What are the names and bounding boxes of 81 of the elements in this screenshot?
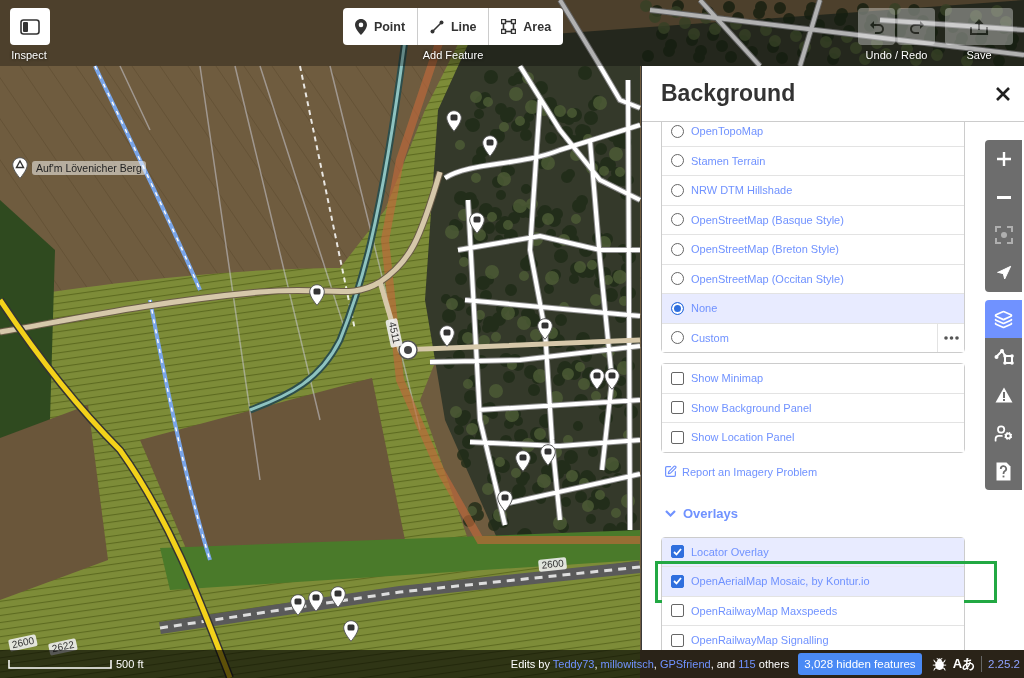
square-icon (501, 19, 517, 34)
close-icon (996, 86, 1010, 101)
checkbox[interactable] (671, 545, 684, 559)
hidden-features-badge[interactable]: 3,028 hidden features (798, 653, 922, 675)
add-feature-label: Add Feature (422, 49, 484, 62)
contributor-link[interactable]: 115 (738, 658, 756, 670)
map-pin-icon[interactable] (604, 368, 620, 390)
undo-redo-label: Undo / Redo (865, 49, 928, 62)
add-feature-button[interactable]: Area (488, 8, 563, 45)
bug-icon[interactable] (931, 656, 947, 672)
add-feature-button[interactable]: Line (417, 8, 489, 45)
map-pin-icon[interactable] (330, 586, 346, 608)
line-icon (429, 19, 444, 34)
map-pin-icon[interactable] (446, 110, 462, 132)
radio-button[interactable] (671, 154, 684, 168)
radio-button[interactable] (671, 331, 684, 345)
focus-icon (994, 226, 1013, 244)
inspect-button[interactable] (10, 8, 50, 45)
zoom-in-button[interactable] (985, 140, 1022, 178)
radio-button[interactable] (671, 183, 684, 197)
background-option[interactable]: None (662, 294, 964, 323)
map-pin-icon[interactable] (439, 325, 455, 347)
overlays-section-toggle[interactable]: Overlays (665, 504, 738, 523)
map-data-button[interactable] (985, 338, 1022, 376)
circle-marker-icon[interactable] (398, 340, 418, 360)
map-pin-icon[interactable] (308, 590, 324, 612)
check-icon (673, 577, 682, 586)
warning-icon (994, 387, 1013, 403)
geolocate-button[interactable] (985, 254, 1022, 292)
redo-icon (908, 18, 925, 35)
inspect-label: Inspect (11, 49, 47, 62)
map-pin-icon[interactable] (469, 212, 485, 234)
map-pin-icon[interactable] (589, 368, 605, 390)
add-feature-button[interactable]: Point (343, 8, 417, 45)
checkbox[interactable] (671, 430, 684, 444)
map-pin-icon[interactable] (515, 450, 531, 472)
pin-icon (354, 18, 367, 35)
radio-button[interactable] (671, 242, 684, 256)
zoom-out-icon (996, 195, 1011, 199)
edits-credit: Edits by Teddy73, millowitsch, GPSfriend, and 115 others (510, 658, 790, 670)
save-label: Save (966, 49, 992, 62)
radio-button[interactable] (671, 272, 684, 286)
radio-button[interactable] (671, 213, 684, 227)
scale-label: 500 ft (116, 658, 144, 670)
save-icon (970, 18, 988, 35)
location-arrow-icon (995, 265, 1012, 281)
language-toggle[interactable]: Aあ (952, 655, 975, 673)
map-pin-icon[interactable] (482, 135, 498, 157)
radio-button[interactable] (671, 124, 684, 138)
layers-icon (994, 309, 1013, 329)
user-settings-icon (994, 423, 1013, 443)
checkbox[interactable] (671, 633, 684, 647)
checkbox[interactable] (671, 371, 684, 385)
checkbox[interactable] (671, 401, 684, 415)
edit-icon (664, 465, 677, 478)
radio-button[interactable] (671, 301, 684, 315)
map-pin-icon[interactable] (497, 490, 513, 512)
contributor-link[interactable]: GPSfriend (659, 658, 711, 670)
checkbox[interactable] (671, 604, 684, 618)
panel-title: Background (661, 80, 796, 107)
zoom-in-icon (996, 152, 1011, 166)
checkbox[interactable] (671, 574, 684, 588)
contributor-link[interactable]: millowitsch (600, 658, 654, 670)
sidebar-icon (20, 18, 40, 35)
place-label: Auf'm Lövenicher Berg (32, 161, 146, 175)
help-icon (996, 461, 1011, 481)
map-pin-icon[interactable] (537, 318, 553, 340)
overlay-option[interactable]: OpenAerialMap Mosaic, by Kontur.io (662, 567, 964, 596)
version-link[interactable]: 2.25.2 (981, 656, 1020, 672)
map-pin-icon[interactable] (309, 284, 325, 306)
map-pin-icon[interactable] (540, 444, 556, 466)
check-icon (673, 547, 682, 556)
map-pin-icon[interactable] (290, 594, 306, 616)
report-imagery-link[interactable]: Report an Imagery Problem (664, 462, 818, 481)
triangle-pin-icon[interactable] (12, 157, 28, 179)
close-button[interactable] (994, 84, 1012, 103)
ellipsis-icon (943, 335, 959, 340)
map-pin-icon[interactable] (343, 620, 359, 642)
help-button[interactable] (985, 452, 1022, 490)
map-data-icon (993, 348, 1014, 366)
custom-options-button[interactable] (937, 323, 964, 352)
